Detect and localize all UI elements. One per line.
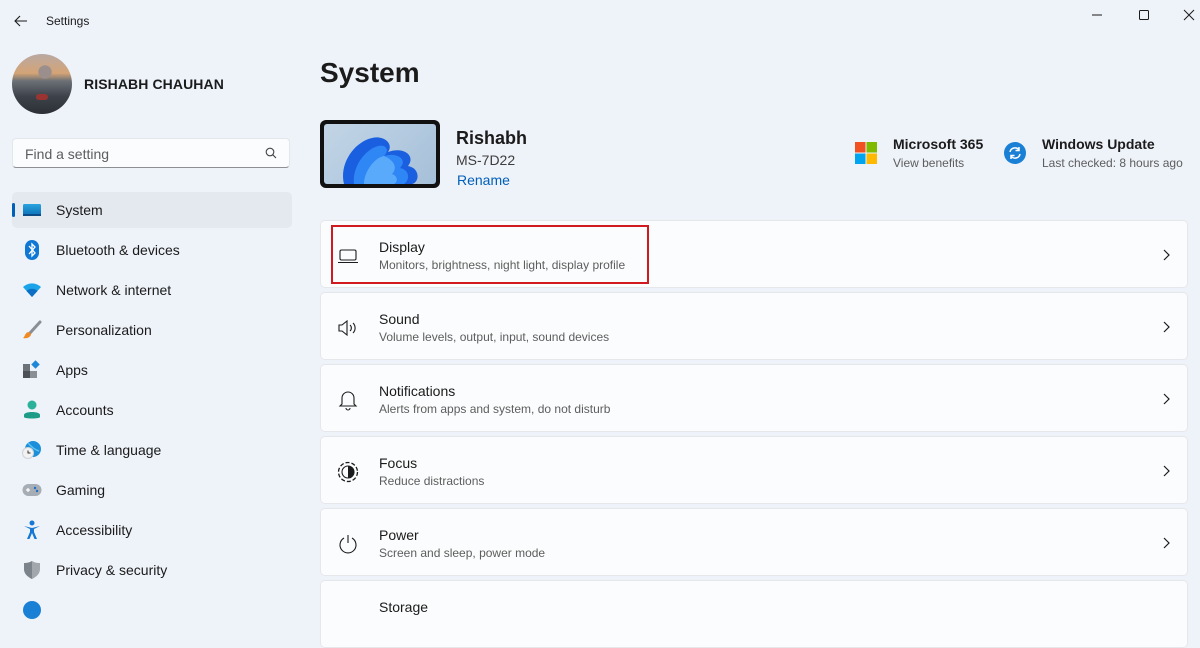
system-icon — [22, 200, 42, 220]
sidebar-item-label: Time & language — [56, 442, 162, 458]
shield-icon — [22, 560, 42, 580]
chevron-right-icon — [1163, 249, 1170, 261]
card-subtitle: Volume levels, output, input, sound devi… — [379, 330, 610, 344]
selected-indicator — [12, 203, 15, 217]
close-button[interactable] — [1166, 0, 1200, 30]
search-icon[interactable] — [265, 147, 277, 159]
device-thumbnail — [320, 120, 440, 188]
storage-icon — [337, 605, 359, 627]
settings-card-focus[interactable]: Focus Reduce distractions — [320, 436, 1188, 504]
minimize-icon — [1092, 14, 1102, 16]
avatar — [12, 54, 72, 114]
power-icon — [337, 533, 359, 555]
chevron-right-icon — [1163, 537, 1170, 549]
person-icon — [22, 400, 42, 420]
sync-icon — [1004, 142, 1026, 164]
sidebar-nav: System Bluetooth & devices Network & int… — [12, 192, 292, 632]
sidebar-item-label: Personalization — [56, 322, 152, 338]
profile-name: RISHABH CHAUHAN — [84, 76, 224, 92]
quick-link-subtitle: View benefits — [893, 156, 965, 170]
chevron-right-icon — [1163, 393, 1170, 405]
quick-link-title: Microsoft 365 — [893, 136, 984, 152]
sidebar-item-label: Apps — [56, 362, 88, 378]
sidebar-item-privacy-security[interactable]: Privacy & security — [12, 552, 292, 588]
maximize-icon — [1139, 10, 1149, 20]
sidebar-item-personalization[interactable]: Personalization — [12, 312, 292, 348]
settings-card-storage[interactable]: Storage — [320, 580, 1188, 648]
card-title: Notifications — [379, 383, 456, 399]
minimize-button[interactable] — [1074, 0, 1120, 30]
display-icon — [337, 245, 359, 267]
bell-icon — [337, 389, 359, 411]
speaker-icon — [337, 317, 359, 339]
accessibility-icon — [22, 520, 42, 540]
chevron-right-icon — [1163, 465, 1170, 477]
title-bar: Settings — [0, 0, 1200, 40]
gamepad-icon — [22, 480, 42, 500]
card-subtitle: Screen and sleep, power mode — [379, 546, 546, 560]
sidebar-item-accessibility[interactable]: Accessibility — [12, 512, 292, 548]
sidebar-item-label: Gaming — [56, 482, 106, 498]
windows-update-icon — [22, 600, 42, 620]
card-title: Display — [379, 239, 425, 255]
settings-card-power[interactable]: Power Screen and sleep, power mode — [320, 508, 1188, 576]
maximize-button[interactable] — [1121, 0, 1167, 30]
quick-link-subtitle: Last checked: 8 hours ago — [1042, 156, 1183, 170]
settings-card-notifications[interactable]: Notifications Alerts from apps and syste… — [320, 364, 1188, 432]
sidebar-item-gaming[interactable]: Gaming — [12, 472, 292, 508]
globe-clock-icon — [22, 440, 42, 460]
sidebar-item-label: Privacy & security — [56, 562, 168, 578]
search-input[interactable] — [23, 139, 263, 169]
search-box — [12, 138, 290, 169]
microsoft-logo-icon — [855, 142, 877, 164]
microsoft-365-link[interactable]: Microsoft 365 View benefits — [855, 136, 983, 170]
card-title: Sound — [379, 311, 420, 327]
sidebar-item-apps[interactable]: Apps — [12, 352, 292, 388]
card-subtitle: Alerts from apps and system, do not dist… — [379, 402, 611, 416]
windows-update-link[interactable]: Windows Update Last checked: 8 hours ago — [1004, 136, 1183, 170]
main-content: System Rishabh MS-7D22 Rename Microsoft … — [320, 40, 1188, 648]
sidebar: RISHABH CHAUHAN System Bluetooth & devic… — [0, 40, 305, 619]
card-subtitle: Reduce distractions — [379, 474, 485, 488]
bluetooth-icon — [22, 240, 42, 260]
wifi-icon — [22, 280, 42, 300]
sidebar-item-network[interactable]: Network & internet — [12, 272, 292, 308]
card-title: Focus — [379, 455, 418, 471]
sidebar-item-time-language[interactable]: Time & language — [12, 432, 292, 468]
settings-card-display[interactable]: Display Monitors, brightness, night ligh… — [320, 220, 1188, 288]
back-arrow-icon — [14, 15, 27, 27]
page-title: System — [320, 57, 420, 88]
chevron-right-icon — [1163, 321, 1170, 333]
rename-link[interactable]: Rename — [457, 172, 510, 188]
settings-card-sound[interactable]: Sound Volume levels, output, input, soun… — [320, 292, 1188, 360]
user-profile[interactable]: RISHABH CHAUHAN — [12, 54, 224, 114]
sidebar-item-label: Accessibility — [56, 522, 133, 538]
sidebar-item-bluetooth[interactable]: Bluetooth & devices — [12, 232, 292, 268]
sidebar-item-label: Accounts — [56, 402, 114, 418]
device-name: Rishabh — [456, 128, 528, 148]
windows-bloom-wallpaper-icon — [343, 137, 418, 184]
close-icon — [1183, 9, 1195, 21]
sidebar-item-label: System — [56, 202, 103, 218]
focus-icon — [337, 461, 359, 483]
app-title: Settings — [46, 14, 90, 28]
device-model: MS-7D22 — [456, 152, 516, 168]
apps-icon — [22, 360, 42, 380]
card-subtitle: Monitors, brightness, night light, displ… — [379, 258, 626, 272]
sidebar-item-accounts[interactable]: Accounts — [12, 392, 292, 428]
sidebar-item-system[interactable]: System — [12, 192, 292, 228]
sidebar-item-label: Network & internet — [56, 282, 172, 298]
sidebar-item-windows-update[interactable] — [12, 592, 292, 628]
card-title: Power — [379, 527, 419, 543]
sidebar-item-label: Bluetooth & devices — [56, 242, 180, 258]
quick-link-title: Windows Update — [1042, 136, 1155, 152]
paintbrush-icon — [22, 320, 42, 340]
card-title: Storage — [379, 599, 429, 615]
back-button[interactable] — [10, 10, 32, 32]
